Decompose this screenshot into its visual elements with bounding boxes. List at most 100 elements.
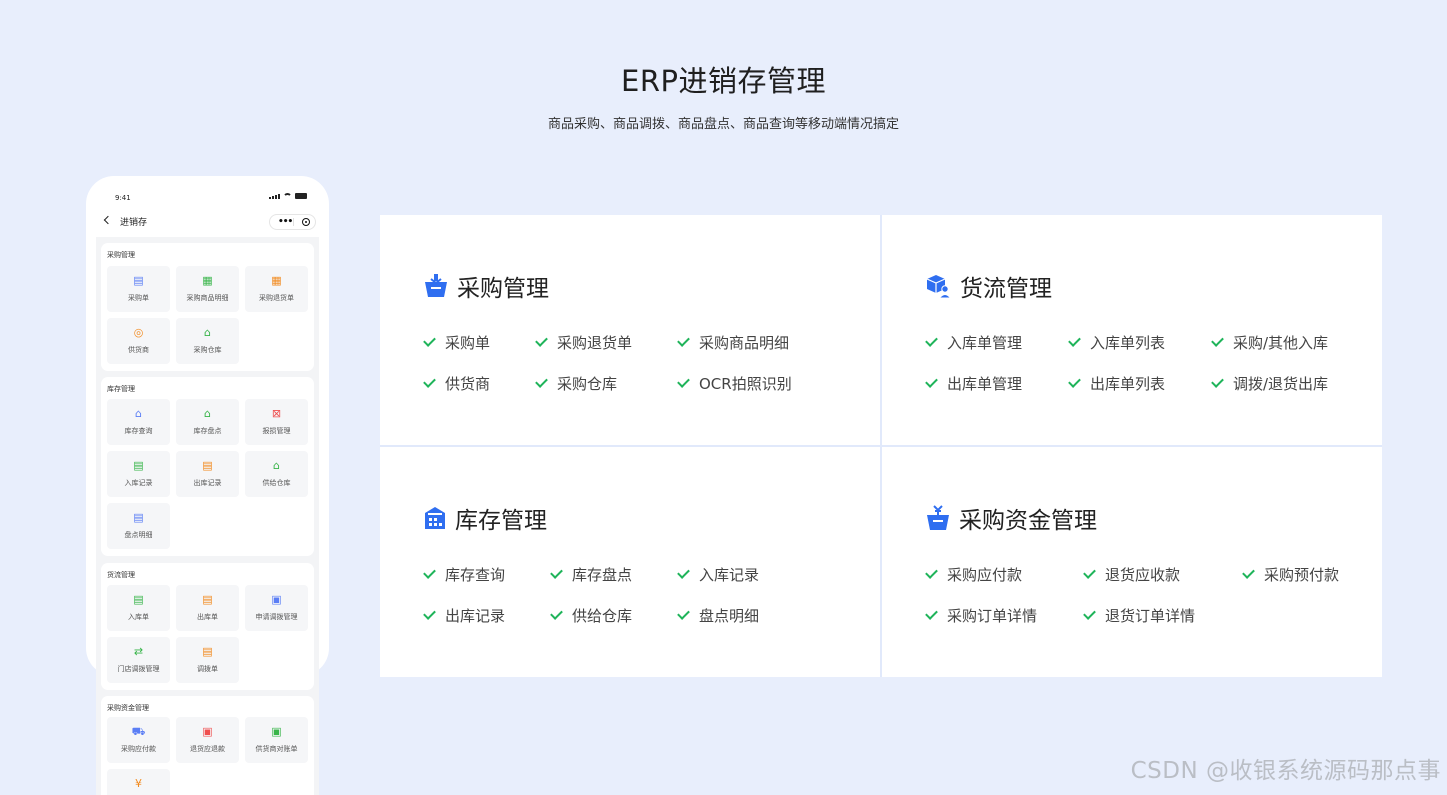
menu-tile-outbound-record[interactable]: ▤ 出库记录 [176, 451, 239, 497]
check-icon [1242, 566, 1255, 579]
check-icon [423, 375, 436, 388]
tile-label: 采购退货单 [259, 294, 294, 302]
inbound-record-icon: ▤ [133, 459, 144, 472]
feature-item: 采购/其他入库 [1211, 332, 1328, 353]
feature-item: 采购应付款 [925, 564, 1022, 585]
feature-item: 出库单管理 [925, 373, 1022, 394]
menu-section-purchase: 采购管理 ▤ 采购单 ▦ 采购商品明细 ▦ 采购退货单 ◎ 供货商 ⌂ 采购仓库 [101, 243, 314, 371]
clipboard-icon: ▤ [133, 274, 144, 287]
trash-icon: ⊠ [271, 407, 282, 420]
check-icon [677, 375, 690, 388]
battery-icon [295, 193, 307, 199]
menu-tile-stock-query[interactable]: ⌂ 库存查询 [107, 399, 170, 445]
feature-item: 采购商品明细 [677, 332, 789, 353]
feature-item: 采购订单详情 [925, 605, 1037, 626]
nav-bar: 进销存 ••• [86, 214, 329, 232]
check-icon [677, 566, 690, 579]
tile-label: 退货应退款 [190, 745, 225, 753]
menu-tile-count-detail[interactable]: ▤ 盘点明细 [107, 503, 170, 549]
menu-tile-yen[interactable]: ¥ [107, 769, 170, 795]
menu-tile-payable[interactable]: ⛟ 采购应付款 [107, 717, 170, 763]
check-icon [925, 375, 938, 388]
panel-goods-flow-management: 货流管理 入库单管理 入库单列表 采购/其他入库 出库单管理 出库单列表 调拨/… [882, 215, 1382, 445]
check-icon [535, 334, 548, 347]
tile-label: 出库单 [197, 613, 218, 621]
check-icon [1211, 334, 1224, 347]
menu-tile-inbound-record[interactable]: ▤ 入库记录 [107, 451, 170, 497]
feature-item: 采购预付款 [1242, 564, 1339, 585]
house-search-icon: ⌂ [135, 407, 142, 420]
feature-item: 出库记录 [423, 605, 505, 626]
feature-item: 入库记录 [677, 564, 759, 585]
box-user-icon [926, 274, 951, 298]
supply-warehouse-icon: ⌂ [273, 459, 280, 472]
tile-label: 采购商品明细 [186, 294, 229, 302]
mini-program-capsule: ••• [269, 214, 316, 230]
menu-section-purchase-funds: 采购资金管理 ⛟ 采购应付款 ▣ 退货应退款 ▣ 供货商对账单 ¥ [101, 696, 314, 795]
panel-purchase-funds-management: 采购资金管理 采购应付款 退货应收款 采购预付款 采购订单详情 退货订单详情 [882, 447, 1382, 677]
tile-label: 入库记录 [124, 479, 153, 487]
more-icon[interactable]: ••• [278, 217, 293, 227]
menu-tile-return-refund[interactable]: ▣ 退货应退款 [176, 717, 239, 763]
page-title: ERP进销存管理 [621, 64, 826, 98]
tile-label: 入库单 [128, 613, 149, 621]
feature-item: 库存查询 [423, 564, 505, 585]
menu-tile-purchase-order[interactable]: ▤ 采购单 [107, 266, 170, 312]
menu-tile-supplier-statement[interactable]: ▣ 供货商对账单 [245, 717, 308, 763]
back-arrow-icon[interactable] [103, 215, 113, 225]
capsule-divider [293, 218, 294, 226]
menu-tile-supplier[interactable]: ◎ 供货商 [107, 318, 170, 364]
check-icon [925, 607, 938, 620]
menu-section-goods-flow: 货流管理 ▤ 入库单 ▤ 出库单 ▣ 申请调拨管理 ⇄ 门店调拨管理 ▤ 调拨单 [101, 563, 314, 690]
menu-tile-store-transfer[interactable]: ⇄ 门店调拨管理 [107, 637, 170, 683]
feature-item: 采购单 [423, 332, 490, 353]
check-icon [1068, 375, 1081, 388]
return-document-icon: ▦ [271, 274, 282, 287]
menu-tile-loss-management[interactable]: ⊠ 报损管理 [245, 399, 308, 445]
tile-label: 盘点明细 [124, 531, 153, 539]
status-time: 9:41 [115, 194, 131, 202]
transfer-request-icon: ▣ [271, 593, 282, 606]
transfer-document-icon: ▤ [202, 645, 213, 658]
feature-item: 调拨/退货出库 [1211, 373, 1328, 394]
menu-tile-purchase-goods-detail[interactable]: ▦ 采购商品明细 [176, 266, 239, 312]
inbound-document-icon: ▤ [133, 593, 144, 606]
close-target-icon[interactable] [302, 218, 310, 226]
check-icon [925, 566, 938, 579]
section-title: 库存管理 [107, 385, 135, 393]
basket-icon [425, 274, 447, 297]
tile-label: 申请调拨管理 [255, 613, 298, 621]
nav-title: 进销存 [120, 218, 148, 228]
menu-tile-transfer-request[interactable]: ▣ 申请调拨管理 [245, 585, 308, 631]
check-icon [1083, 607, 1096, 620]
menu-tile-purchase-warehouse[interactable]: ⌂ 采购仓库 [176, 318, 239, 364]
panel-title: 货流管理 [960, 276, 1052, 302]
warehouse-icon: ⌂ [204, 326, 211, 339]
menu-tile-stock-count[interactable]: ⌂ 库存盘点 [176, 399, 239, 445]
menu-tile-purchase-return[interactable]: ▦ 采购退货单 [245, 266, 308, 312]
check-icon [677, 334, 690, 347]
menu-tile-transfer-order[interactable]: ▤ 调拨单 [176, 637, 239, 683]
tile-label: 出库记录 [193, 479, 222, 487]
menu-section-inventory: 库存管理 ⌂ 库存查询 ⌂ 库存盘点 ⊠ 报损管理 ▤ 入库记录 ▤ 出库记录 … [101, 377, 314, 556]
feature-item: 退货应收款 [1083, 564, 1180, 585]
cart-icon: ⛟ [131, 725, 146, 738]
tile-label: 供货商对账单 [255, 745, 298, 753]
yen-icon: ¥ [135, 777, 142, 790]
panel-inventory-management: 库存管理 库存查询 库存盘点 入库记录 出库记录 供给仓库 盘点明细 [380, 447, 880, 677]
menu-tile-supply-warehouse[interactable]: ⌂ 供给仓库 [245, 451, 308, 497]
page-subtitle: 商品采购、商品调拨、商品盘点、商品查询等移动端情况搞定 [547, 117, 899, 132]
panel-header: 采购资金管理 [926, 503, 1097, 534]
panel-purchase-management: 采购管理 采购单 采购退货单 采购商品明细 供货商 采购仓库 OCR拍照识别 [380, 215, 880, 445]
feature-item: 入库单管理 [925, 332, 1022, 353]
check-icon [423, 566, 436, 579]
feature-item: 供给仓库 [550, 605, 632, 626]
menu-tile-outbound-order[interactable]: ▤ 出库单 [176, 585, 239, 631]
check-icon [423, 607, 436, 620]
check-icon [677, 607, 690, 620]
house-icon: ⌂ [204, 407, 211, 420]
tile-label: 门店调拨管理 [117, 665, 160, 673]
check-icon [1068, 334, 1081, 347]
warehouse-building-icon [425, 507, 445, 529]
menu-tile-inbound-order[interactable]: ▤ 入库单 [107, 585, 170, 631]
